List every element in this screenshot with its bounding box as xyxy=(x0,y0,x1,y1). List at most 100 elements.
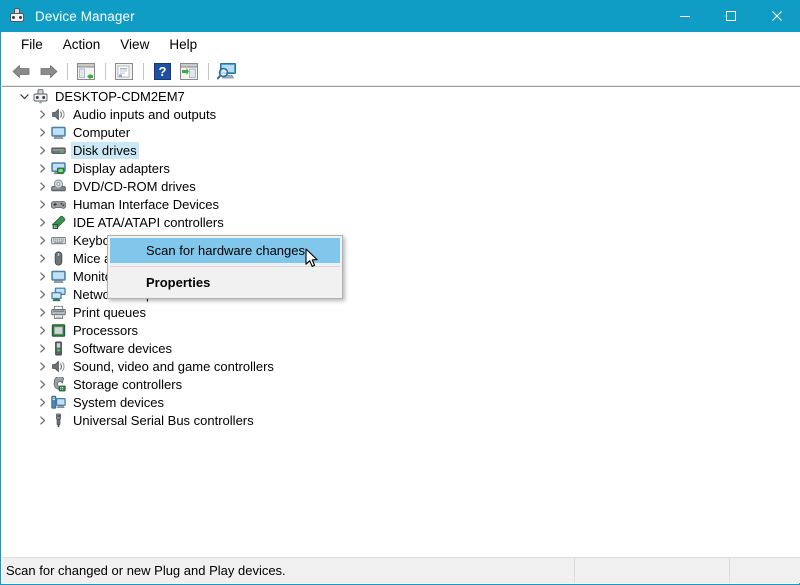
disk-drive-icon xyxy=(50,141,67,159)
scan-hardware-icon xyxy=(217,63,236,80)
expand-chevron-icon[interactable] xyxy=(34,231,50,249)
tree-item-system-devices[interactable]: System devices xyxy=(2,393,800,411)
menu-view[interactable]: View xyxy=(110,34,159,56)
title-bar: Device Manager xyxy=(0,0,800,32)
properties-button[interactable] xyxy=(111,59,137,83)
menu-bar: File Action View Help xyxy=(2,32,800,57)
expand-chevron-icon[interactable] xyxy=(34,267,50,285)
tree-item-dvd-cd-rom-drives[interactable]: DVD/CD-ROM drives xyxy=(2,177,800,195)
context-menu[interactable]: Scan for hardware changes Properties xyxy=(107,235,343,299)
tree-item-computer[interactable]: Computer xyxy=(2,123,800,141)
expand-chevron-icon[interactable] xyxy=(34,105,50,123)
status-pane-secondary xyxy=(575,558,730,583)
update-driver-icon xyxy=(180,62,198,80)
dvd-drive-icon xyxy=(50,177,67,195)
forward-arrow-icon xyxy=(40,64,57,78)
tree-item-label: Processors xyxy=(73,322,139,338)
console-tree-icon xyxy=(77,62,95,80)
expand-chevron-icon[interactable] xyxy=(34,195,50,213)
expand-chevron-icon[interactable] xyxy=(34,159,50,177)
monitor-icon xyxy=(50,123,67,141)
toolbar-separator xyxy=(105,62,106,80)
tree-item-audio-inputs-and-outputs[interactable]: Audio inputs and outputs xyxy=(2,105,800,123)
software-device-icon xyxy=(50,339,67,357)
maximize-icon xyxy=(726,11,736,21)
help-question-icon: ? xyxy=(153,62,171,80)
expand-chevron-icon[interactable] xyxy=(34,177,50,195)
menu-action[interactable]: Action xyxy=(53,34,111,56)
device-manager-icon xyxy=(9,8,25,24)
context-menu-separator xyxy=(110,266,340,267)
context-menu-item-properties[interactable]: Properties xyxy=(110,270,340,295)
expand-chevron-icon[interactable] xyxy=(34,357,50,375)
update-driver-button[interactable] xyxy=(176,59,202,83)
svg-text:?: ? xyxy=(158,64,166,79)
tree-item-label: System devices xyxy=(73,394,165,410)
mouse-icon xyxy=(50,249,67,267)
context-menu-item-label: Properties xyxy=(146,275,211,290)
tree-item-display-adapters[interactable]: Display adapters xyxy=(2,159,800,177)
expand-chevron-icon[interactable] xyxy=(34,303,50,321)
tree-item-label: Computer xyxy=(73,124,131,140)
back-button[interactable] xyxy=(8,59,34,83)
storage-controller-icon xyxy=(50,375,67,393)
tree-item-processors[interactable]: Processors xyxy=(2,321,800,339)
tree-root-node[interactable]: DESKTOP-CDM2EM7 xyxy=(2,87,800,105)
expand-chevron-icon[interactable] xyxy=(34,285,50,303)
toolbar-separator xyxy=(208,62,209,80)
expand-chevron-icon[interactable] xyxy=(34,393,50,411)
show-hide-console-tree-button[interactable] xyxy=(73,59,99,83)
expand-chevron-icon[interactable] xyxy=(34,141,50,159)
minimize-button[interactable] xyxy=(662,0,708,32)
tree-item-human-interface-devices[interactable]: Human Interface Devices xyxy=(2,195,800,213)
forward-button[interactable] xyxy=(35,59,61,83)
properties-page-icon xyxy=(115,62,133,80)
collapse-chevron-icon[interactable] xyxy=(16,87,32,105)
toolbar-separator xyxy=(67,62,68,80)
tree-item-label: Print queues xyxy=(73,304,146,320)
tree-item-print-queues[interactable]: Print queues xyxy=(2,303,800,321)
hid-gamepad-icon xyxy=(50,195,67,213)
expand-chevron-icon[interactable] xyxy=(34,123,50,141)
tree-item-label: Software devices xyxy=(73,340,172,356)
expand-chevron-icon[interactable] xyxy=(34,375,50,393)
context-menu-item-scan-for-hardware-changes[interactable]: Scan for hardware changes xyxy=(110,238,340,263)
maximize-button[interactable] xyxy=(708,0,754,32)
keyboard-icon xyxy=(50,231,67,249)
scan-for-hardware-changes-button[interactable] xyxy=(214,59,240,83)
back-arrow-icon xyxy=(12,64,29,78)
help-button[interactable]: ? xyxy=(149,59,175,83)
expand-chevron-icon[interactable] xyxy=(34,411,50,429)
client-area: File Action View Help ? DESKTOP-CDM2EM7 … xyxy=(1,32,800,584)
menu-help[interactable]: Help xyxy=(159,34,207,56)
expand-chevron-icon[interactable] xyxy=(34,339,50,357)
tree-item-universal-serial-bus-controllers[interactable]: Universal Serial Bus controllers xyxy=(2,411,800,429)
close-button[interactable] xyxy=(754,0,800,32)
window-title: Device Manager xyxy=(35,8,135,24)
status-bar: Scan for changed or new Plug and Play de… xyxy=(2,557,800,583)
tree-item-label: IDE ATA/ATAPI controllers xyxy=(73,214,224,230)
tree-root-label: DESKTOP-CDM2EM7 xyxy=(55,88,185,104)
device-tree[interactable]: DESKTOP-CDM2EM7 Audio inputs and outputs xyxy=(2,86,800,557)
tree-item-software-devices[interactable]: Software devices xyxy=(2,339,800,357)
close-icon xyxy=(772,11,782,21)
toolbar-separator xyxy=(143,62,144,80)
ide-controller-icon xyxy=(50,213,67,231)
expand-chevron-icon[interactable] xyxy=(34,321,50,339)
speaker-icon xyxy=(50,357,67,375)
tree-item-label: Audio inputs and outputs xyxy=(73,106,217,122)
usb-icon xyxy=(50,411,67,429)
menu-file[interactable]: File xyxy=(11,34,53,56)
tree-item-disk-drives[interactable]: Disk drives xyxy=(2,141,800,159)
expand-chevron-icon[interactable] xyxy=(34,213,50,231)
tree-item-storage-controllers[interactable]: Storage controllers xyxy=(2,375,800,393)
tree-item-sound-video-and-game-controllers[interactable]: Sound, video and game controllers xyxy=(2,357,800,375)
tree-item-label: Disk drives xyxy=(71,141,139,159)
tree-item-ide-ata-atapi-controllers[interactable]: IDE ATA/ATAPI controllers xyxy=(2,213,800,231)
tree-item-label: Storage controllers xyxy=(73,376,183,392)
system-device-icon xyxy=(50,393,67,411)
minimize-icon xyxy=(680,16,690,17)
tree-item-label: Display adapters xyxy=(73,160,170,176)
computer-root-icon xyxy=(32,87,49,105)
expand-chevron-icon[interactable] xyxy=(34,249,50,267)
